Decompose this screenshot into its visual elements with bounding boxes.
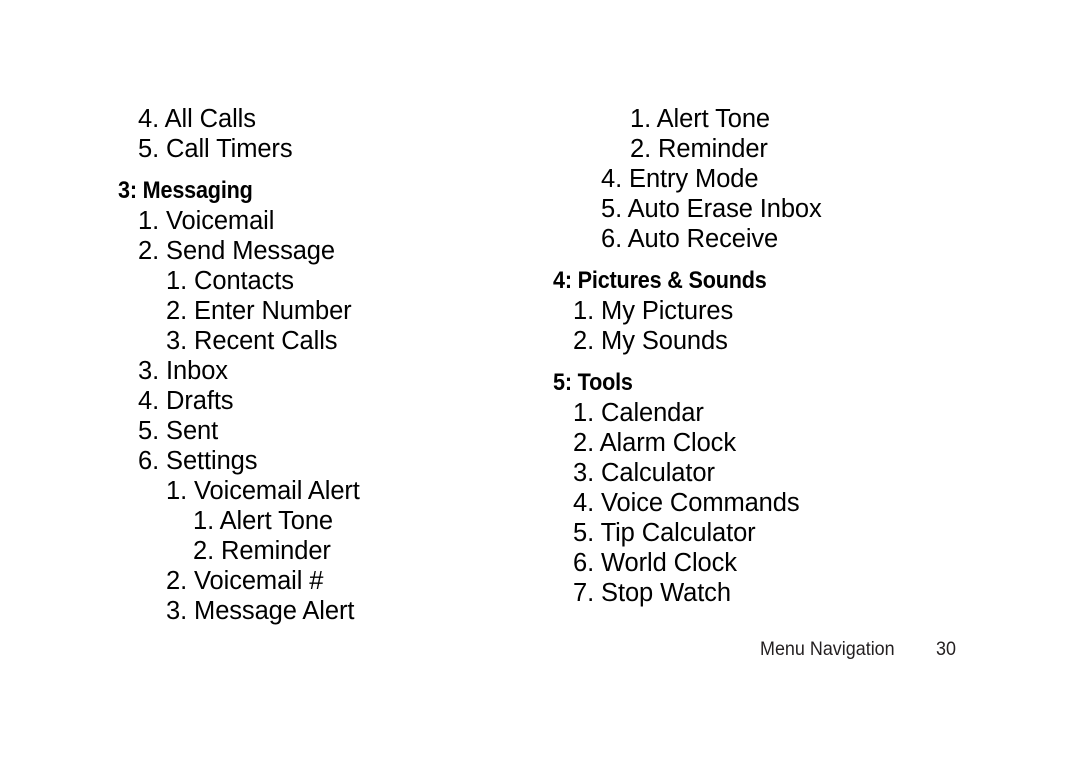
menu-item: 6. World Clock <box>573 549 737 577</box>
menu-item: 2. Alarm Clock <box>573 429 736 457</box>
menu-item: 7. Stop Watch <box>573 579 731 607</box>
menu-group: 3: Messaging 1. Voicemail 2. Send Message 1… <box>118 176 538 626</box>
right-column: 1. Alert Tone 2. Reminder 4. Entry Mode 5. … <box>553 104 1013 608</box>
footer-section-label: Menu Navigation <box>760 638 895 660</box>
section-heading: 4: Pictures & Sounds <box>553 267 767 294</box>
menu-item: 1. Voicemail <box>138 207 275 235</box>
menu-item: 2. My Sounds <box>573 327 728 355</box>
manual-page: 4. All Calls 5. Call Timers 3: Messaging 1.… <box>0 0 1080 771</box>
menu-item: 2. Enter Number <box>166 297 352 325</box>
menu-item: 4. Drafts <box>138 387 234 415</box>
menu-item: 2. Send Message <box>138 237 335 265</box>
section-heading: 3: Messaging <box>118 177 253 204</box>
menu-item: 3. Calculator <box>573 459 715 487</box>
section-heading: 5: Tools <box>553 369 633 396</box>
menu-item: 5. Sent <box>138 417 219 445</box>
menu-item: 6. Settings <box>138 447 258 475</box>
menu-item: 4. All Calls <box>138 105 256 133</box>
left-column: 4. All Calls 5. Call Timers 3: Messaging 1.… <box>118 104 538 626</box>
menu-item: 1. Contacts <box>166 267 294 295</box>
menu-item: 3. Inbox <box>138 357 228 385</box>
menu-item: 5. Call Timers <box>138 135 293 163</box>
menu-item: 1. Alert Tone <box>193 507 333 535</box>
menu-item: 1. My Pictures <box>573 297 734 325</box>
menu-item: 1. Alert Tone <box>630 105 770 133</box>
menu-item: 3. Message Alert <box>166 597 355 625</box>
menu-item: 1. Calendar <box>573 399 704 427</box>
menu-item: 2. Reminder <box>630 135 768 163</box>
page-footer: Menu Navigation 30 <box>760 637 1020 667</box>
menu-group: 4. All Calls 5. Call Timers <box>118 104 538 164</box>
menu-item: 1. Voicemail Alert <box>166 477 360 505</box>
menu-item: 3. Recent Calls <box>166 327 338 355</box>
page-number: 30 <box>936 638 957 660</box>
menu-group: 1. Alert Tone 2. Reminder 4. Entry Mode 5. … <box>553 104 1013 254</box>
menu-item: 4. Voice Commands <box>573 489 800 517</box>
menu-group: 4: Pictures & Sounds 1. My Pictures 2. My … <box>553 266 1013 356</box>
menu-item: 2. Voicemail # <box>166 567 324 595</box>
menu-item: 5. Tip Calculator <box>573 519 756 547</box>
menu-item: 2. Reminder <box>193 537 331 565</box>
menu-item: 5. Auto Erase Inbox <box>601 195 822 223</box>
menu-item: 4. Entry Mode <box>601 165 759 193</box>
menu-item: 6. Auto Receive <box>601 225 779 253</box>
menu-group: 5: Tools 1. Calendar 2. Alarm Clock 3. Calc… <box>553 368 1013 608</box>
